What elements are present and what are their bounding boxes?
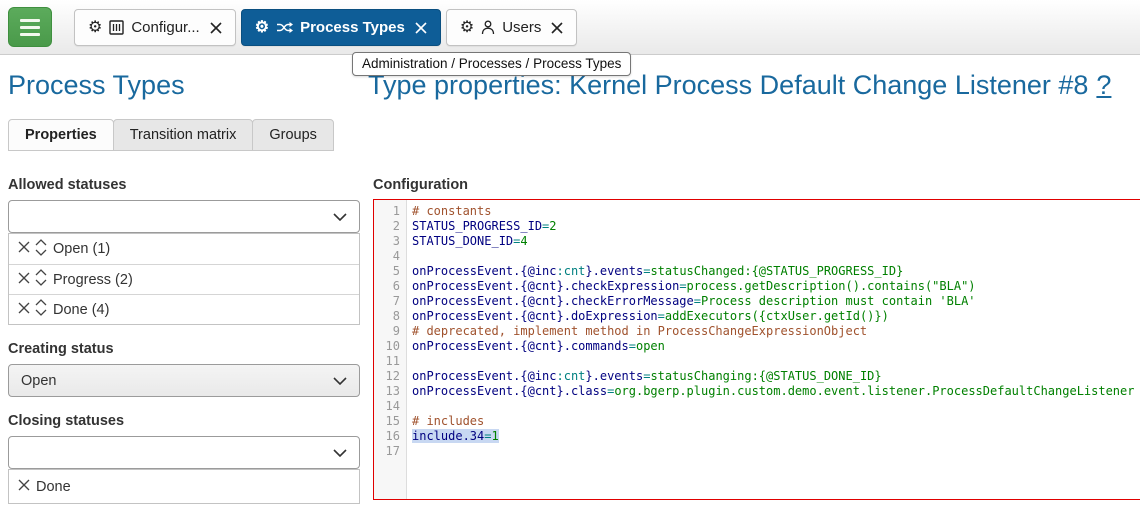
tab-users[interactable]: ⚙ Users [446, 9, 578, 46]
status-label: Done [36, 479, 71, 495]
line-number: 12 [374, 369, 406, 384]
line-number: 8 [374, 309, 406, 324]
gear-icon: ⚙ [88, 20, 102, 36]
chevron-down-icon [333, 373, 347, 389]
line-number: 16 [374, 429, 406, 444]
chevron-down-icon [333, 209, 347, 225]
tab-configur[interactable]: ⚙ Configur... [74, 9, 236, 46]
menu-button[interactable] [8, 7, 52, 47]
line-number: 2 [374, 219, 406, 234]
gear-icon: ⚙ [460, 20, 474, 36]
code-line: include.34=1 [412, 429, 1134, 444]
configuration-label: Configuration [373, 177, 468, 193]
status-row: Done (4) [9, 294, 359, 324]
tab-bar-tabs: ⚙ Configur... ⚙ Process Types ⚙ Users [74, 9, 577, 46]
line-number: 5 [374, 264, 406, 279]
code-line: onProcessEvent.{@cnt}.commands=open [412, 339, 1134, 354]
content-tabs: PropertiesTransition matrixGroups [8, 119, 333, 151]
code-line: onProcessEvent.{@cnt}.checkErrorMessage=… [412, 294, 1134, 309]
editor-gutter: 1234567891011121314151617 [374, 200, 407, 499]
line-number: 4 [374, 249, 406, 264]
page-title: Process Types [8, 70, 185, 101]
status-row: Progress (2) [9, 264, 359, 294]
help-link[interactable]: ? [1096, 70, 1111, 100]
line-number: 14 [374, 399, 406, 414]
shuffle-icon [276, 21, 293, 34]
sort-icon[interactable] [34, 238, 48, 261]
line-number: 11 [374, 354, 406, 369]
close-icon [415, 22, 427, 34]
code-line: STATUS_DONE_ID=4 [412, 234, 1134, 249]
config-icon [109, 20, 124, 35]
line-number: 6 [374, 279, 406, 294]
code-line: # constants [412, 204, 1134, 219]
sort-icon[interactable] [34, 268, 48, 291]
close-icon [210, 22, 222, 34]
tab-process-types[interactable]: ⚙ Process Types [241, 9, 441, 46]
allowed-statuses-select[interactable] [8, 200, 360, 233]
top-tab-bar: ⚙ Configur... ⚙ Process Types ⚙ Users [0, 0, 1140, 55]
line-number: 1 [374, 204, 406, 219]
status-label: Progress (2) [53, 272, 133, 288]
line-number: 7 [374, 294, 406, 309]
tab-groups[interactable]: Groups [252, 119, 334, 151]
creating-status-select[interactable]: Open [8, 364, 360, 397]
allowed-statuses-list: Open (1) Progress (2) Done (4) [8, 233, 360, 325]
code-line: STATUS_PROGRESS_ID=2 [412, 219, 1134, 234]
closing-statuses-list: Done [8, 469, 360, 504]
delete-icon[interactable] [17, 301, 31, 319]
code-line [412, 354, 1134, 369]
line-number: 9 [374, 324, 406, 339]
delete-icon[interactable] [17, 478, 31, 496]
line-number: 13 [374, 384, 406, 399]
code-line: onProcessEvent.{@cnt}.checkExpression=pr… [412, 279, 1134, 294]
line-number: 17 [374, 444, 406, 459]
allowed-statuses-label: Allowed statuses [8, 177, 126, 193]
line-number: 3 [374, 234, 406, 249]
close-icon[interactable] [551, 22, 563, 34]
line-number: 15 [374, 414, 406, 429]
status-row: Done [9, 470, 359, 503]
tab-properties[interactable]: Properties [8, 119, 114, 151]
code-line: # deprecated, implement method in Proces… [412, 324, 1134, 339]
delete-icon[interactable] [17, 271, 31, 289]
status-label: Open (1) [53, 241, 110, 257]
closing-statuses-select[interactable] [8, 436, 360, 469]
delete-icon[interactable] [17, 240, 31, 258]
tab-transition-matrix[interactable]: Transition matrix [113, 119, 254, 151]
code-line: onProcessEvent.{@cnt}.class=org.bgerp.pl… [412, 384, 1134, 399]
code-line: onProcessEvent.{@inc:cnt}.events=statusC… [412, 264, 1134, 279]
gear-icon: ⚙ [255, 20, 269, 36]
user-icon [481, 20, 495, 35]
closing-statuses-label: Closing statuses [8, 413, 124, 429]
code-line: onProcessEvent.{@cnt}.doExpression=addEx… [412, 309, 1134, 324]
breadcrumb-tooltip: Administration / Processes / Process Typ… [352, 52, 631, 76]
sort-icon[interactable] [34, 298, 48, 321]
tab-label: Process Types [300, 19, 405, 36]
code-line [412, 444, 1134, 459]
code-line: # includes [412, 414, 1134, 429]
tab-label: Users [502, 19, 541, 36]
status-row: Open (1) [9, 234, 359, 264]
line-number: 10 [374, 339, 406, 354]
config-editor[interactable]: 1234567891011121314151617 # constantsSTA… [373, 199, 1140, 500]
close-icon[interactable] [210, 22, 222, 34]
code-line: onProcessEvent.{@inc:cnt}.events=statusC… [412, 369, 1134, 384]
code-line [412, 399, 1134, 414]
menu-icon [20, 19, 40, 22]
code-line [412, 249, 1134, 264]
selection-highlight: include.34=1 [412, 429, 499, 443]
creating-status-label: Creating status [8, 341, 114, 357]
tab-label: Configur... [131, 19, 199, 36]
creating-status-value: Open [21, 373, 56, 389]
editor-code[interactable]: # constantsSTATUS_PROGRESS_ID=2STATUS_DO… [407, 200, 1134, 499]
chevron-down-icon [333, 445, 347, 461]
close-icon[interactable] [415, 22, 427, 34]
status-label: Done (4) [53, 302, 109, 318]
close-icon [551, 22, 563, 34]
